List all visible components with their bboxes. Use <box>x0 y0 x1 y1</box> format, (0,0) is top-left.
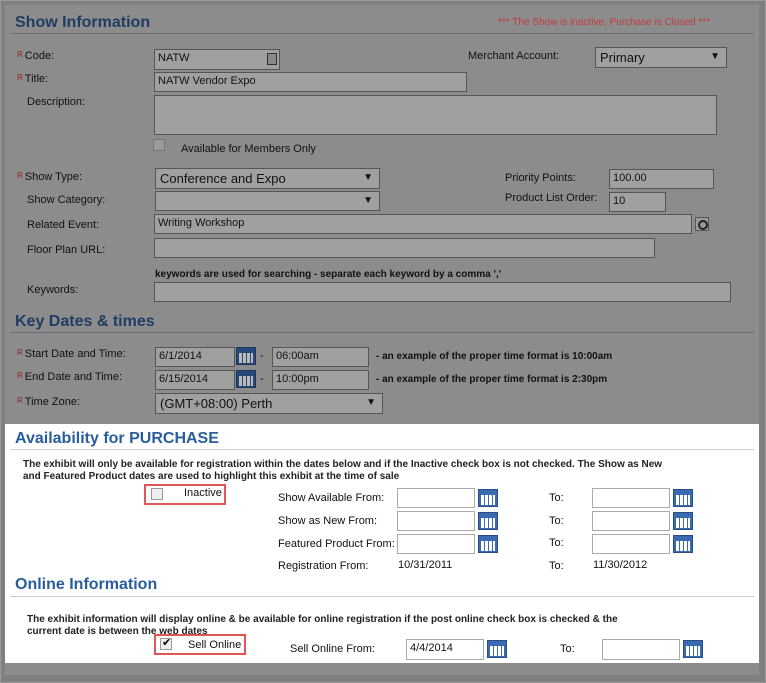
show-information-heading: Show Information <box>15 14 151 31</box>
featured-from-field[interactable] <box>397 534 475 554</box>
product-order-field[interactable]: 10 <box>609 192 666 212</box>
calendar-icon[interactable] <box>673 512 693 530</box>
new-from-label: Show as New From: <box>278 515 378 527</box>
key-dates-heading: Key Dates & times <box>15 313 155 330</box>
timezone-select[interactable]: (GMT+08:00) Perth ▼ <box>155 393 383 414</box>
sell-online-from-label: Sell Online From: <box>290 643 375 655</box>
start-date-label: R Start Date and Time: <box>17 348 126 360</box>
calendar-icon[interactable] <box>478 489 498 507</box>
show-type-label: R Show Type: <box>17 171 83 183</box>
calendar-icon[interactable] <box>673 535 693 553</box>
inactive-checkbox[interactable] <box>151 488 163 500</box>
availability-desc-1: The exhibit will only be available for r… <box>23 459 663 470</box>
disabled-overlay: Show Information *** The Show is inactiv… <box>5 5 759 424</box>
end-time-field[interactable]: 10:00pm <box>272 370 369 390</box>
related-event-field[interactable]: Writing Workshop <box>154 214 692 234</box>
new-to-field[interactable] <box>592 511 670 531</box>
show-type-select[interactable]: Conference and Expo ▼ <box>155 168 380 189</box>
category-label: Show Category: <box>27 194 106 206</box>
priority-label: Priority Points: <box>505 172 576 184</box>
end-date-field[interactable]: 6/15/2014 <box>155 370 235 390</box>
keywords-hint: keywords are used for searching - separa… <box>155 269 502 280</box>
sell-online-to-field[interactable] <box>602 639 680 660</box>
featured-from-label: Featured Product From: <box>278 538 395 550</box>
start-time-hint: - an example of the proper time format i… <box>376 351 613 362</box>
calendar-icon[interactable] <box>236 347 256 365</box>
bottom-overlay <box>5 663 759 675</box>
divider <box>10 449 754 450</box>
sell-online-from-field[interactable]: 4/4/2014 <box>406 639 484 660</box>
inactive-label: Inactive <box>184 487 222 499</box>
keywords-field[interactable] <box>154 282 731 302</box>
availability-desc-2: and Featured Product dates are used to h… <box>23 471 400 482</box>
chevron-down-icon: ▼ <box>710 51 720 62</box>
start-date-field[interactable]: 6/1/2014 <box>155 347 235 367</box>
to-label: To: <box>549 515 564 527</box>
to-label: To: <box>549 492 564 504</box>
calendar-icon[interactable] <box>673 489 693 507</box>
calendar-icon[interactable] <box>236 370 256 388</box>
divider <box>10 332 754 333</box>
calendar-icon[interactable] <box>478 512 498 530</box>
registration-from-label: Registration From: <box>278 560 369 572</box>
start-time-field[interactable]: 06:00am <box>272 347 369 367</box>
divider <box>10 596 754 597</box>
floor-plan-label: Floor Plan URL: <box>27 244 106 256</box>
chevron-down-icon: ▼ <box>363 195 373 206</box>
related-event-label: Related Event: <box>27 219 100 231</box>
status-message: *** The Show is inactive, Purchase is Cl… <box>498 17 711 28</box>
registration-from-value: 10/31/2011 <box>398 559 453 571</box>
title-field[interactable]: NATW Vendor Expo <box>154 72 467 92</box>
search-icon[interactable] <box>695 217 709 231</box>
description-label: Description: <box>27 96 86 108</box>
description-field[interactable] <box>154 95 717 135</box>
category-select[interactable]: ▼ <box>155 191 380 211</box>
online-heading: Online Information <box>15 576 158 593</box>
show-available-from-label: Show Available From: <box>278 492 385 504</box>
end-time-hint: - an example of the proper time format i… <box>376 374 608 385</box>
product-order-label: Product List Order: <box>505 192 598 204</box>
title-label: R Title: <box>17 73 49 85</box>
availability-heading: Availability for PURCHASE <box>15 430 219 447</box>
priority-field[interactable]: 100.00 <box>609 169 714 189</box>
members-only-checkbox[interactable] <box>153 139 165 151</box>
chevron-down-icon: ▼ <box>363 172 373 183</box>
calendar-icon[interactable] <box>478 535 498 553</box>
code-field[interactable]: NATW <box>154 49 280 70</box>
lock-icon <box>267 53 277 65</box>
show-available-from-field[interactable] <box>397 488 475 508</box>
calendar-icon[interactable] <box>487 640 507 658</box>
new-from-field[interactable] <box>397 511 475 531</box>
end-date-label: R End Date and Time: <box>17 371 123 383</box>
timezone-label: R Time Zone: <box>17 396 81 408</box>
dash: - <box>260 350 264 362</box>
sell-online-checkbox[interactable] <box>160 636 172 650</box>
keywords-label: Keywords: <box>27 284 79 296</box>
calendar-icon[interactable] <box>683 640 703 658</box>
featured-to-field[interactable] <box>592 534 670 554</box>
merchant-select[interactable]: Primary ▼ <box>595 47 727 68</box>
to-label: To: <box>549 537 564 549</box>
dash: - <box>260 373 264 385</box>
to-label: To: <box>549 560 564 572</box>
show-available-to-field[interactable] <box>592 488 670 508</box>
sell-online-to-label: To: <box>560 643 575 655</box>
floor-plan-field[interactable] <box>154 238 655 258</box>
merchant-label: Merchant Account: <box>468 50 560 62</box>
sell-online-label: Sell Online <box>188 639 242 651</box>
online-desc-1: The exhibit information will display onl… <box>27 614 618 625</box>
divider <box>10 33 754 34</box>
chevron-down-icon: ▼ <box>366 397 376 408</box>
registration-to-value: 11/30/2012 <box>593 559 648 571</box>
members-only-label: Available for Members Only <box>181 143 316 155</box>
code-label: R Code: <box>17 50 55 62</box>
